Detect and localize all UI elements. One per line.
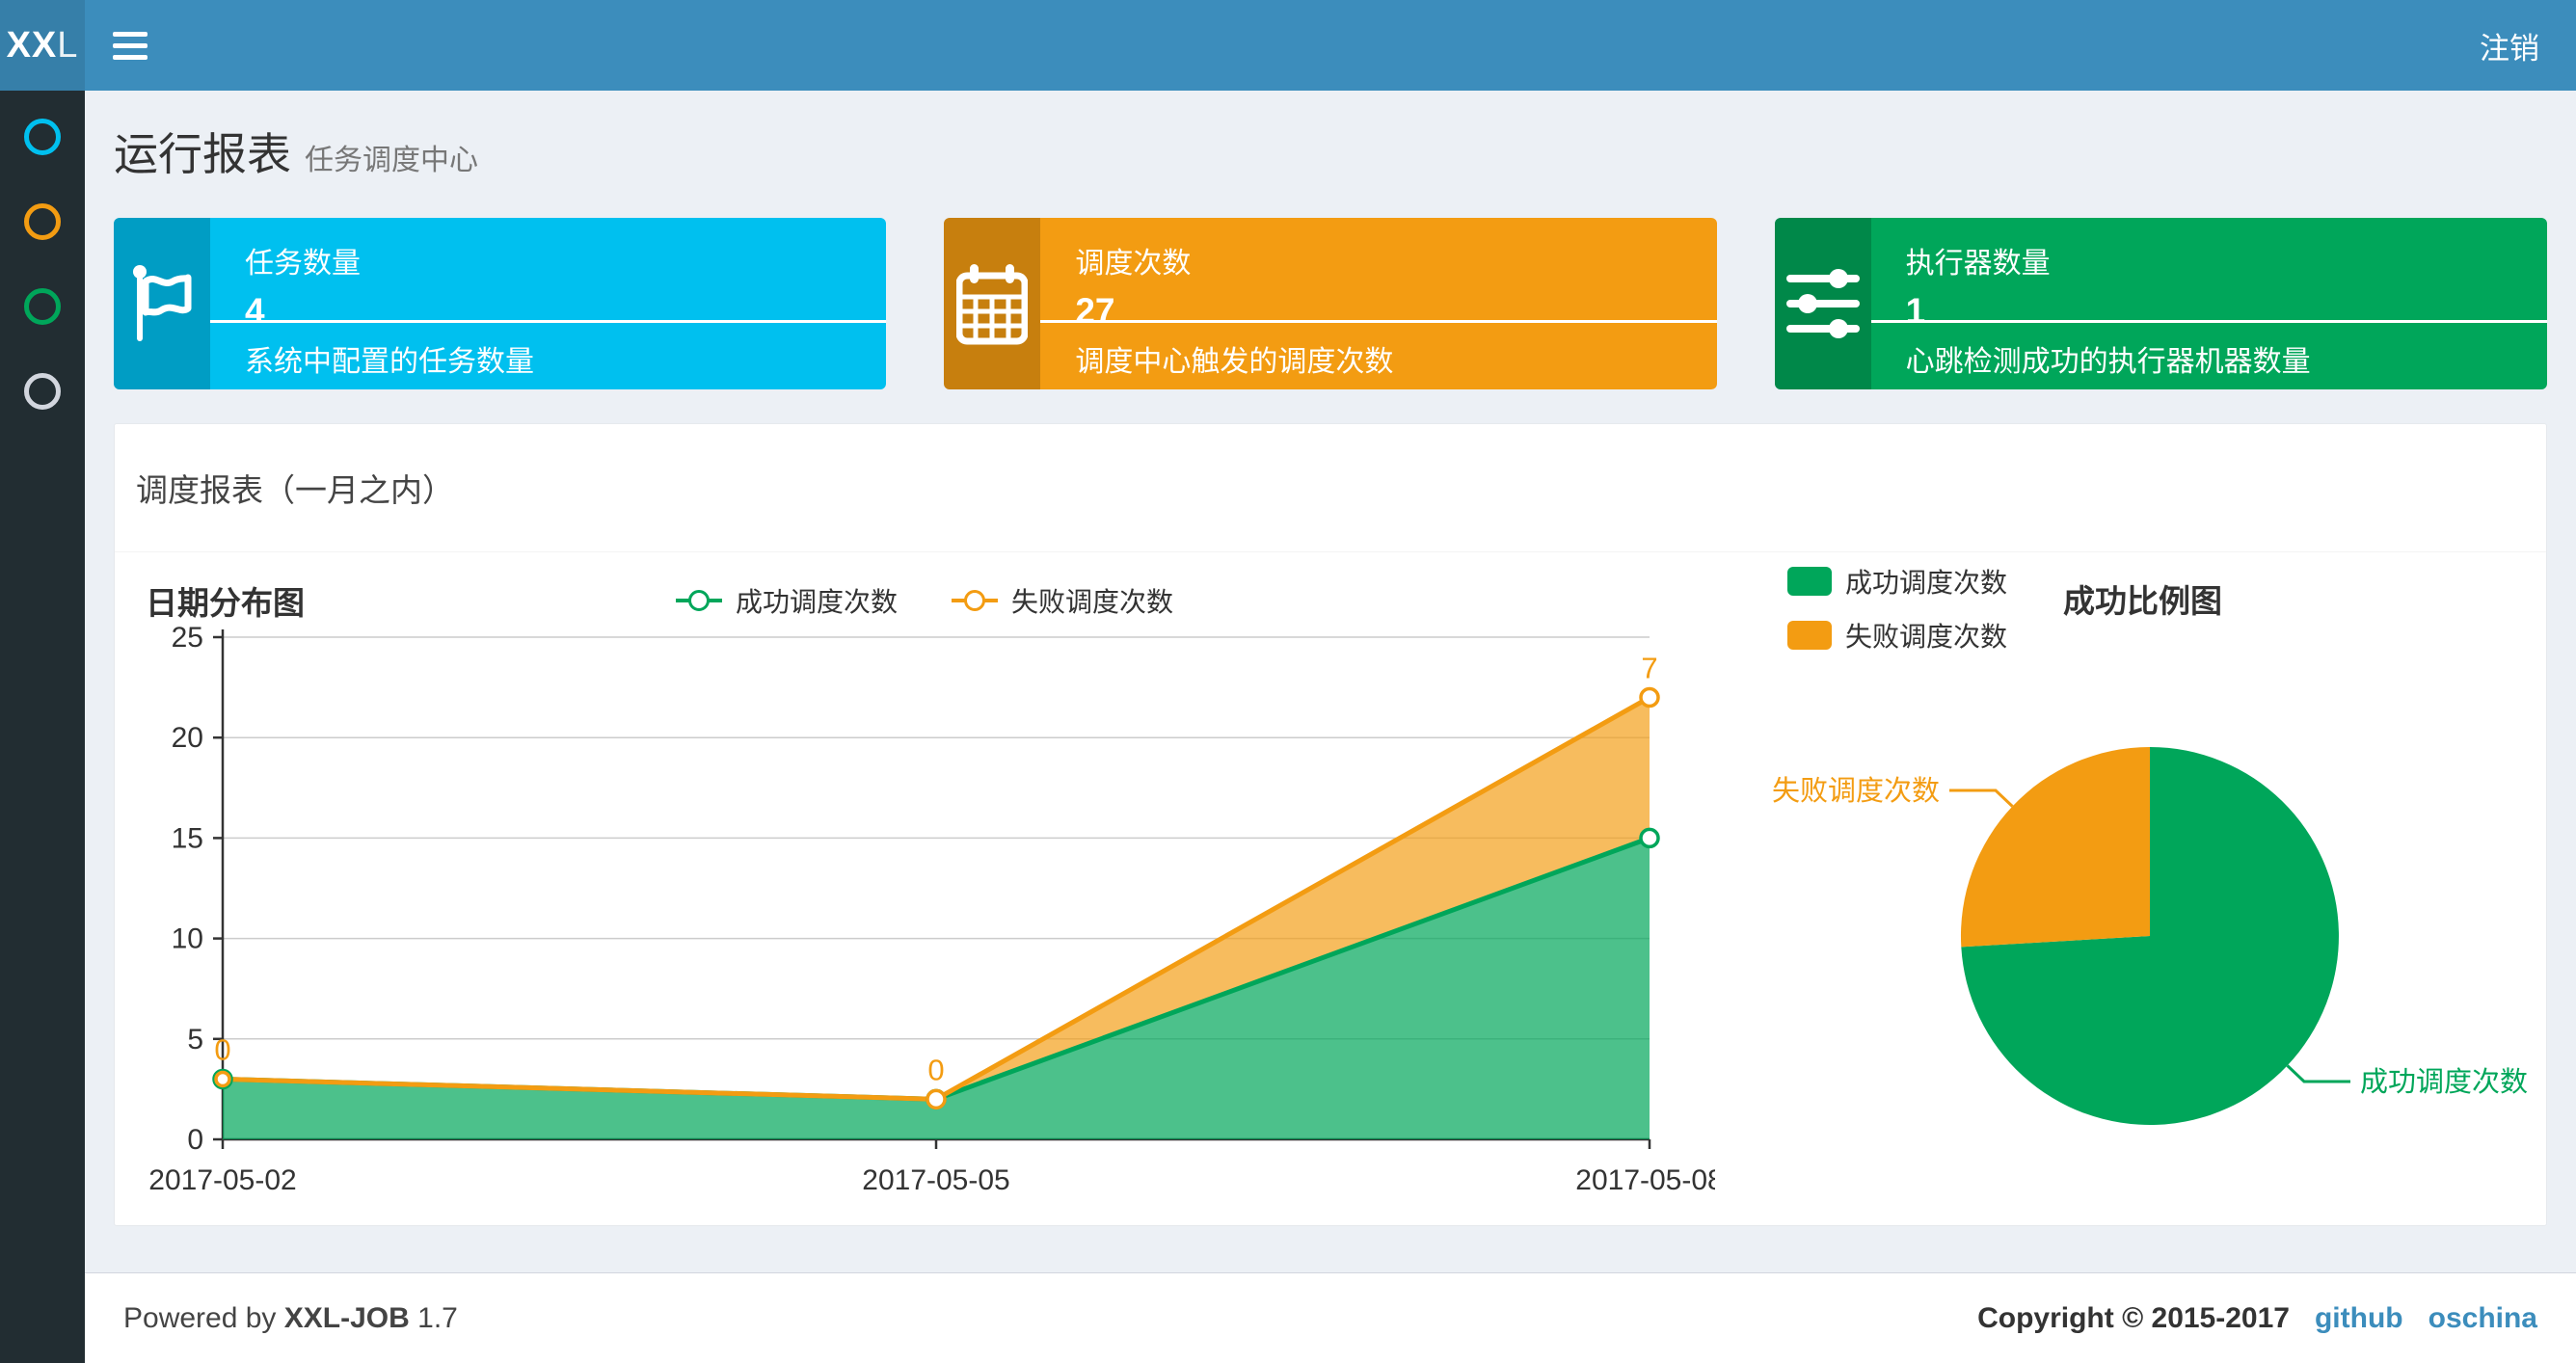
pie-slice: [1960, 747, 2150, 948]
pie-callout-line: [1949, 788, 2014, 808]
stat-card-jobs: 任务数量 4 系统中配置的任务数量: [114, 218, 887, 389]
card-divider: [210, 320, 887, 323]
success-ratio-chart: 成功调度次数 失败调度次数 成功比例图 成功调度次数 失败调度次数: [1734, 552, 2551, 1225]
stat-card-value: 1: [1905, 291, 1926, 331]
point-label: 0: [214, 1032, 230, 1066]
circle-o-icon: [24, 288, 61, 325]
app-root: XX L 注销 运行报表 任务调度中心 任务数量 4 系统中配置的任务数量 调度…: [0, 0, 2576, 1363]
app-logo[interactable]: XX L: [0, 0, 85, 91]
legend-item-fail[interactable]: 失败调度次数: [952, 581, 1173, 620]
logout-button[interactable]: 注销: [2443, 0, 2576, 91]
stat-card-title: 任务数量: [245, 248, 361, 280]
stat-card-description: 调度中心触发的调度次数: [1075, 346, 1394, 378]
point-label: 0: [927, 1053, 944, 1086]
legend-item-success[interactable]: 成功调度次数: [675, 581, 898, 620]
logo-light-text: L: [57, 24, 79, 66]
sliders-icon: [1774, 218, 1871, 389]
line-chart-legend: 成功调度次数 失败调度次数: [115, 581, 1734, 620]
fail-point: [1639, 686, 1660, 708]
x-tick-label: 2017-05-05: [862, 1164, 1009, 1196]
line-marker-icon: [675, 588, 722, 613]
circle-o-icon: [24, 373, 61, 410]
y-tick-label: 25: [172, 627, 203, 654]
fail-point: [926, 1088, 947, 1110]
stat-card-title: 调度次数: [1075, 248, 1192, 280]
stat-card-value: 4: [245, 291, 265, 331]
page-subtitle: 任务调度中心: [305, 145, 478, 176]
panel-title: 调度报表（一月之内）: [136, 472, 454, 508]
card-divider: [1870, 320, 2547, 323]
line-marker-icon: [952, 588, 998, 613]
sidebar-toggle-button[interactable]: [85, 0, 175, 91]
sidebar-item-3[interactable]: [0, 264, 85, 349]
stat-card-title: 执行器数量: [1905, 248, 2051, 280]
hamburger-icon: [113, 31, 148, 37]
circle-o-icon: [24, 203, 61, 240]
point-label: 7: [1641, 652, 1657, 685]
fail-point: [214, 1070, 231, 1088]
sidebar-item-1[interactable]: [0, 94, 85, 179]
date-distribution-chart: 日期分布图 成功调度次数 失败调度次数 0 5 10 15 20 25 2017-05-02…: [115, 552, 1734, 1225]
calendar-icon: [944, 218, 1041, 389]
page-title: 运行报表: [114, 129, 291, 179]
charts-row: 日期分布图 成功调度次数 失败调度次数 0 5 10 15 20 25 2017-05-02…: [115, 552, 2546, 1225]
schedule-report-panel: 调度报表（一月之内） 日期分布图 成功调度次数 失败调度次数 0 5 10 15…: [114, 423, 2547, 1226]
card-divider: [1040, 320, 1717, 323]
sidebar-menu: [0, 91, 85, 434]
pie-slice-label: 失败调度次数: [1772, 775, 1940, 807]
y-tick-label: 0: [187, 1124, 203, 1156]
top-navbar: XX L 注销: [0, 0, 2576, 91]
stat-card-description: 系统中配置的任务数量: [245, 346, 534, 378]
stat-card-description: 心跳检测成功的执行器机器数量: [1905, 346, 2311, 378]
main-content: 运行报表 任务调度中心 任务数量 4 系统中配置的任务数量 调度次数 27 调度…: [85, 91, 2576, 1272]
page-header: 运行报表 任务调度中心: [85, 91, 2576, 204]
pie-chart-canvas[interactable]: 成功调度次数 失败调度次数: [1734, 610, 2551, 1225]
sidebar: [0, 91, 85, 1363]
line-chart-canvas[interactable]: 05101520252017-05-02 2017-05-05 2017-05-08…: [134, 627, 1715, 1215]
footer-powered-by: Powered by XXL-JOB 1.7: [123, 1301, 458, 1334]
circle-o-icon: [24, 119, 61, 155]
github-link[interactable]: github: [2315, 1302, 2403, 1335]
x-tick-label: 2017-05-02: [148, 1164, 296, 1196]
y-tick-label: 10: [172, 923, 203, 955]
x-tick-label: 2017-05-08: [1575, 1164, 1715, 1196]
sidebar-item-4[interactable]: [0, 349, 85, 434]
stat-cards-row: 任务数量 4 系统中配置的任务数量 调度次数 27 调度中心触发的调度次数 执行…: [114, 218, 2547, 389]
stat-card-triggers: 调度次数 27 调度中心触发的调度次数: [944, 218, 1717, 389]
footer-app-name: XXL-JOB: [283, 1301, 410, 1334]
y-tick-label: 5: [187, 1024, 203, 1056]
stat-card-value: 27: [1075, 291, 1115, 331]
footer-version: 1.7: [417, 1301, 458, 1334]
y-tick-label: 15: [172, 822, 203, 854]
success-point: [1639, 827, 1660, 849]
footer: Powered by XXL-JOB 1.7 Copyright © 2015-…: [85, 1272, 2576, 1363]
sidebar-item-2[interactable]: [0, 179, 85, 264]
logo-bold-text: XX: [6, 24, 58, 66]
panel-header: 调度报表（一月之内）: [115, 424, 2546, 552]
stat-card-executors: 执行器数量 1 心跳检测成功的执行器机器数量: [1774, 218, 2547, 389]
footer-copyright: Copyright © 2015-2017 github oschina: [1977, 1301, 2537, 1335]
pie-callout-line: [2286, 1064, 2350, 1083]
y-tick-label: 20: [172, 722, 203, 754]
flag-icon: [114, 218, 210, 389]
pie-slice-label: 成功调度次数: [2360, 1066, 2528, 1098]
oschina-link[interactable]: oschina: [2428, 1302, 2537, 1335]
